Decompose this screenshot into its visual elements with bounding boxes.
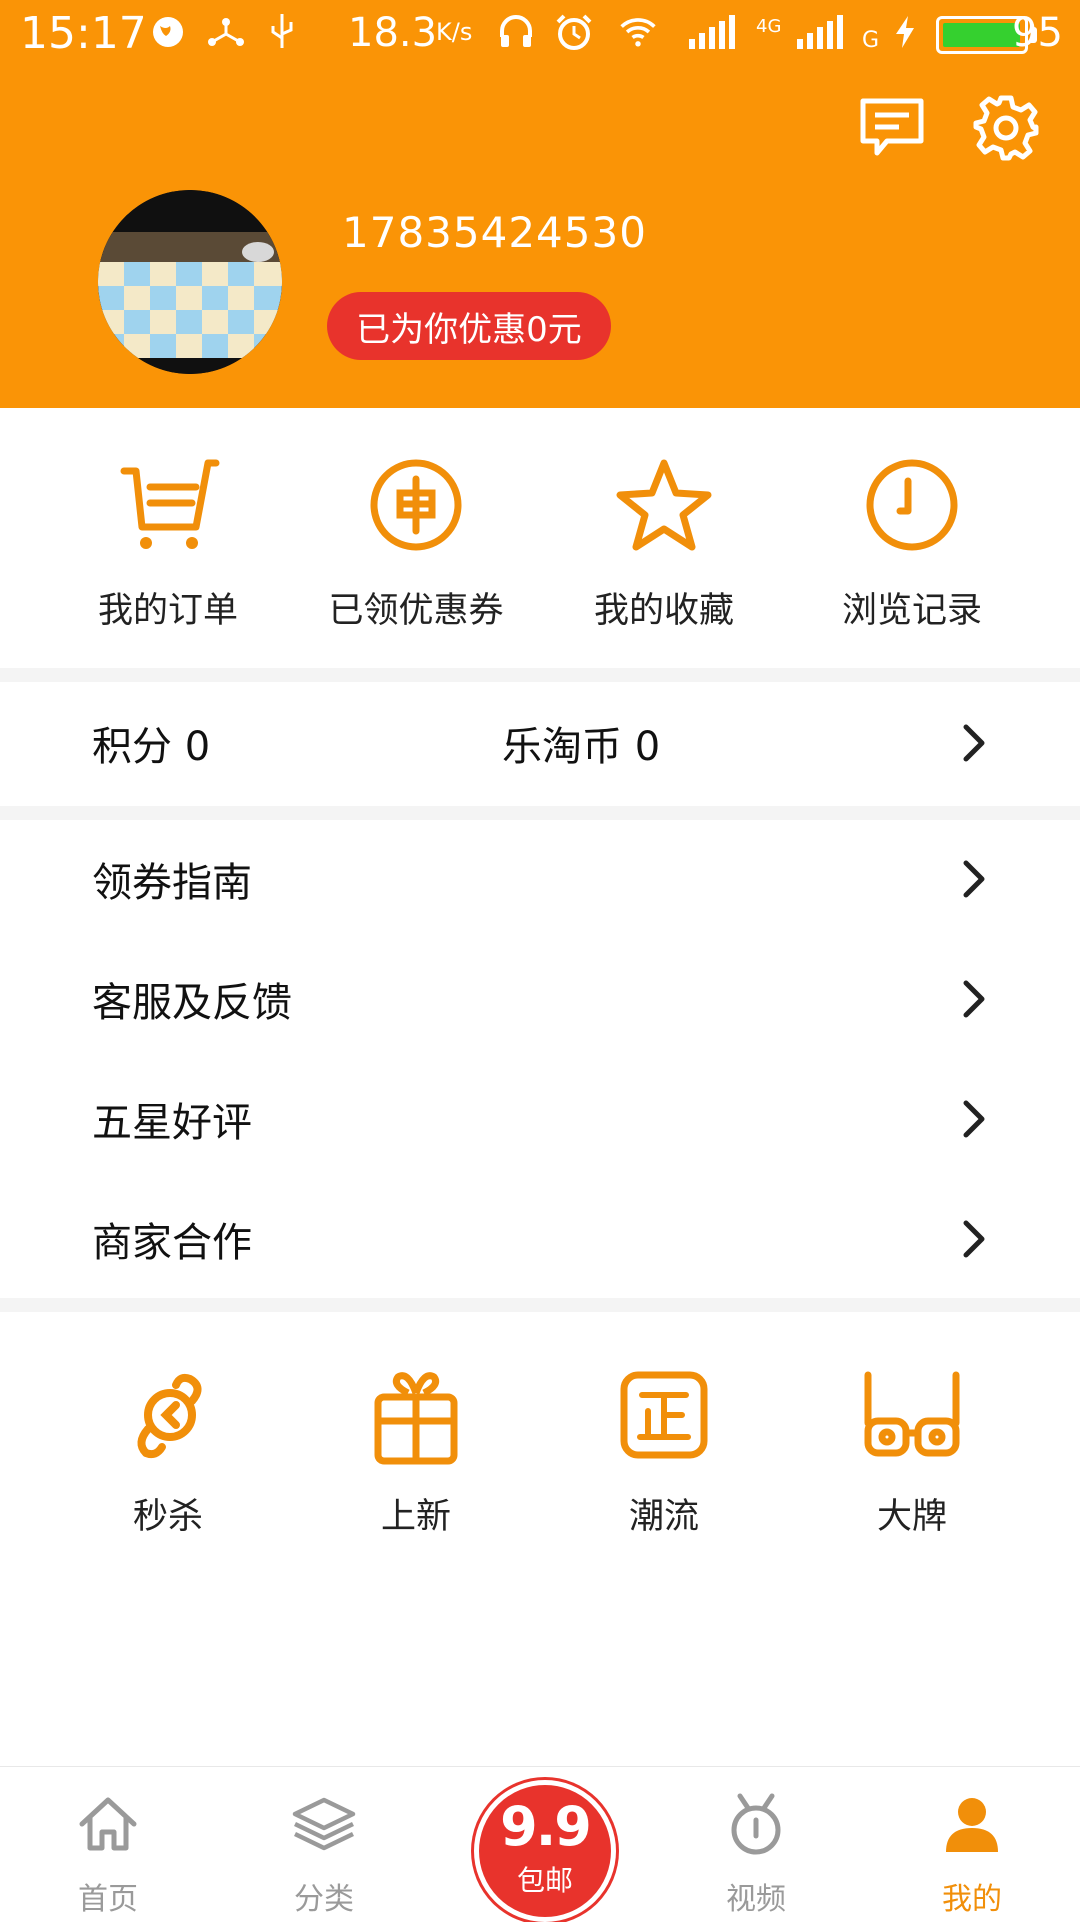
share-hub-icon: [206, 10, 246, 54]
quick-action-label: 我的收藏: [593, 591, 734, 631]
glasses-icon: [857, 1360, 967, 1470]
menu-item-label: 五星好评: [92, 1100, 252, 1146]
globe-icon: [148, 10, 188, 54]
network-g: G: [862, 28, 880, 53]
user-icon: [936, 1788, 1008, 1860]
avatar-photo: [98, 190, 282, 374]
status-bar: 15:17 18.3 K/s 4G G: [0, 0, 1080, 66]
flash-sale-icon: [113, 1360, 223, 1470]
quick-action-favorites[interactable]: 我的收藏: [540, 450, 788, 633]
headphones-icon: [496, 10, 536, 54]
message-icon: [860, 98, 924, 156]
nav-label: 分类: [294, 1882, 354, 1917]
nav-label: 首页: [78, 1882, 138, 1917]
feature-label: 大牌: [876, 1497, 947, 1537]
chevron-right-icon: [963, 980, 985, 1018]
menu-item-coupon-guide[interactable]: 领券指南: [0, 820, 1080, 938]
gift-icon: [361, 1360, 471, 1470]
section-divider: [0, 806, 1080, 820]
signal-bars-2-icon: [794, 10, 852, 54]
quick-action-coupons[interactable]: 已领优惠券: [292, 450, 540, 633]
feature-label: 秒杀: [132, 1497, 203, 1537]
quick-action-label: 我的订单: [97, 591, 238, 631]
menu-item-label: 领券指南: [92, 860, 252, 906]
feature-big-brands[interactable]: 大牌: [788, 1360, 1036, 1539]
nav-video[interactable]: 视频: [686, 1788, 826, 1918]
quick-action-label: 已领优惠券: [328, 591, 504, 631]
battery-percent: 95: [1012, 10, 1063, 56]
phone-number: 17835424530: [342, 208, 647, 257]
layers-icon: [288, 1788, 360, 1860]
feature-label: 潮流: [628, 1497, 699, 1537]
clock-icon: [857, 450, 967, 560]
feature-trend[interactable]: 潮流: [540, 1360, 788, 1539]
quick-action-label: 浏览记录: [841, 591, 982, 631]
alarm-icon: [554, 10, 594, 54]
wifi-icon: [618, 10, 658, 54]
gear-icon: [973, 95, 1039, 161]
nav-free-shipping-99[interactable]: 9.9 包邮: [474, 1780, 616, 1922]
status-time: 15:17: [20, 8, 147, 59]
coupon-coin-icon: [361, 450, 471, 560]
star-icon: [609, 450, 719, 560]
feature-label: 上新: [380, 1497, 451, 1537]
menu-item-label: 商家合作: [92, 1220, 252, 1266]
charging-icon: [890, 10, 920, 54]
discount-badge: 已为你优惠0元: [327, 292, 611, 360]
menu-item-support-feedback[interactable]: 客服及反馈: [0, 940, 1080, 1058]
nav-categories[interactable]: 分类: [254, 1788, 394, 1918]
chevron-right-icon: [963, 1220, 985, 1258]
signal-bars-icon: [686, 10, 744, 54]
points-row[interactable]: 积分 0 乐淘币 0: [0, 684, 1080, 802]
message-button[interactable]: [852, 88, 932, 168]
chevron-right-icon: [963, 860, 985, 898]
menu-item-merchant-cooperation[interactable]: 商家合作: [0, 1180, 1080, 1298]
usb-icon: [262, 10, 302, 54]
home-icon: [72, 1788, 144, 1860]
quick-action-orders[interactable]: 我的订单: [44, 450, 292, 633]
section-divider: [0, 668, 1080, 682]
avatar[interactable]: [98, 190, 282, 374]
nav-mine[interactable]: 我的: [902, 1788, 1042, 1918]
coins-label: 乐淘币 0: [502, 724, 661, 770]
nav-home[interactable]: 首页: [38, 1788, 178, 1918]
net-speed-unit: K/s: [436, 18, 473, 46]
cart-icon: [113, 450, 223, 560]
nav-label: 视频: [726, 1882, 786, 1917]
points-label: 积分 0: [92, 724, 211, 770]
menu-item-five-star-review[interactable]: 五星好评: [0, 1060, 1080, 1178]
chevron-right-icon: [963, 724, 985, 762]
quick-action-history[interactable]: 浏览记录: [788, 450, 1036, 633]
nav-label: 我的: [942, 1882, 1002, 1917]
tv-icon: [720, 1788, 792, 1860]
center-price: 9.9: [500, 1795, 592, 1858]
network-4g: 4G: [756, 16, 782, 37]
settings-button[interactable]: [966, 88, 1046, 168]
chevron-right-icon: [963, 1100, 985, 1138]
feature-new-arrivals[interactable]: 上新: [292, 1360, 540, 1539]
feature-flash-sale[interactable]: 秒杀: [44, 1360, 292, 1539]
trend-tag-icon: [609, 1360, 719, 1470]
section-divider: [0, 1298, 1080, 1312]
center-free-shipping: 包邮: [516, 1864, 573, 1897]
net-speed: 18.3: [348, 10, 438, 56]
menu-item-label: 客服及反馈: [92, 980, 292, 1026]
